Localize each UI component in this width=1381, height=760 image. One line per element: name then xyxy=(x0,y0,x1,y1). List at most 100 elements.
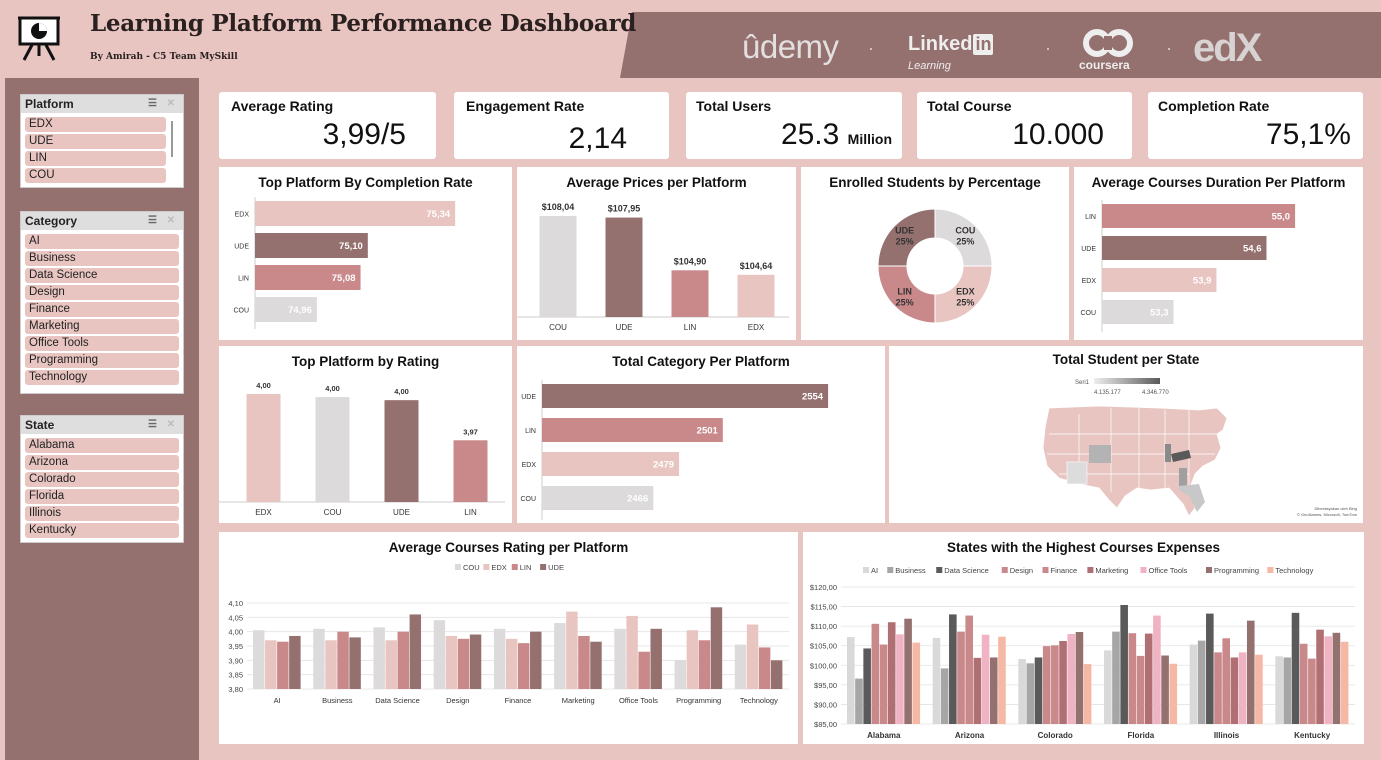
clear-filter-icon[interactable]: ✕ xyxy=(167,215,175,226)
bar xyxy=(614,628,626,689)
category-label: UDE xyxy=(1081,246,1096,253)
slicer-item-programming[interactable]: Programming xyxy=(25,353,179,368)
bar xyxy=(1067,633,1076,724)
slicer-item-illinois[interactable]: Illinois xyxy=(25,506,179,521)
bar xyxy=(255,201,456,226)
y-tick-label: $95,00 xyxy=(814,681,837,690)
category-label: LIN xyxy=(1085,214,1096,221)
map-credit: © GeoNames, Microsoft, TomTom xyxy=(1297,512,1358,517)
category-label: Office Tools xyxy=(619,696,658,705)
separator-dot xyxy=(870,48,872,50)
slicer-item-colorado[interactable]: Colorado xyxy=(25,472,179,487)
category-label: COU xyxy=(1080,310,1096,317)
legend-label: Data Science xyxy=(944,566,989,575)
legend-label: Marketing xyxy=(1095,566,1128,575)
bar xyxy=(1102,236,1267,260)
data-label: 3,97 xyxy=(463,427,478,436)
slicer-item-business[interactable]: Business xyxy=(25,251,179,266)
kpi-completion-rate: Completion Rate 75,1% xyxy=(1148,92,1363,159)
data-label: 75,10 xyxy=(339,241,363,252)
kpi-unit: Million xyxy=(847,131,892,147)
bar xyxy=(542,384,829,408)
state-illinois[interactable] xyxy=(1165,444,1171,462)
bar xyxy=(1230,657,1239,724)
bar xyxy=(879,644,888,724)
bar xyxy=(246,394,281,502)
state-alabama[interactable] xyxy=(1179,468,1187,486)
bar xyxy=(409,614,422,689)
category-label: Illinois xyxy=(1214,731,1240,740)
bar xyxy=(453,440,488,502)
bar xyxy=(626,615,638,689)
data-label: $104,90 xyxy=(674,256,707,266)
bar xyxy=(698,640,711,689)
category-label: Programming xyxy=(676,696,721,705)
y-tick-label: 4,10 xyxy=(228,599,243,608)
slicer-item-finance[interactable]: Finance xyxy=(25,302,179,317)
data-label: 2501 xyxy=(697,426,719,437)
data-label: 55,0 xyxy=(1272,212,1291,223)
bar xyxy=(433,620,446,689)
slicer-item-lin[interactable]: LIN xyxy=(25,151,166,166)
bar xyxy=(1103,650,1112,724)
bar xyxy=(469,634,482,689)
category-slicer-title: Category xyxy=(25,214,78,228)
bar xyxy=(1197,640,1206,724)
slicer-item-technology[interactable]: Technology xyxy=(25,370,179,385)
slicer-item-cou[interactable]: COU xyxy=(25,168,166,183)
y-tick-label: $110,00 xyxy=(810,622,837,631)
slicer-item-alabama[interactable]: Alabama xyxy=(25,438,179,453)
slicer-item-data-science[interactable]: Data Science xyxy=(25,268,179,283)
slicer-item-kentucky[interactable]: Kentucky xyxy=(25,523,179,538)
kpi-label: Average Rating xyxy=(231,98,334,114)
state-colorado[interactable] xyxy=(1089,445,1111,463)
map-legend-min: 4.135.177 xyxy=(1094,390,1121,396)
category-label: Florida xyxy=(1127,731,1154,740)
category-label: Kentucky xyxy=(1294,731,1331,740)
slicer-item-edx[interactable]: EDX xyxy=(25,117,166,132)
slicer-item-ai[interactable]: AI xyxy=(25,234,179,249)
slicer-item-arizona[interactable]: Arizona xyxy=(25,455,179,470)
category-label: LIN xyxy=(525,428,536,435)
clear-filter-icon[interactable]: ✕ xyxy=(167,419,175,430)
bar xyxy=(1026,663,1035,724)
slicer-item-ude[interactable]: UDE xyxy=(25,134,166,149)
dashboard-author: By Amirah - C5 Team MySkill xyxy=(90,52,238,62)
bar xyxy=(1275,656,1283,724)
state-arizona[interactable] xyxy=(1066,461,1088,485)
bar xyxy=(758,647,771,689)
slicer-item-florida[interactable]: Florida xyxy=(25,489,179,504)
slicer-item-design[interactable]: Design xyxy=(25,285,179,300)
category-bar-chart: UDE 2554 LIN 2501 EDX 2479 COU 2466 xyxy=(520,380,829,520)
slicer-item-office-tools[interactable]: Office Tools xyxy=(25,336,179,351)
platform-slicer-title: Platform xyxy=(25,97,74,111)
bar xyxy=(846,637,855,724)
y-tick-label: 3,85 xyxy=(228,671,243,680)
bar xyxy=(671,270,709,317)
data-label: 75,08 xyxy=(332,273,356,284)
category-label: COU xyxy=(549,323,567,332)
bar xyxy=(313,628,325,689)
bar xyxy=(1340,641,1349,724)
clear-filter-icon[interactable]: ✕ xyxy=(167,98,175,109)
category-label: EDX xyxy=(522,462,537,469)
y-tick-label: $85,00 xyxy=(814,720,837,729)
bar xyxy=(505,638,518,689)
bar xyxy=(1136,655,1145,724)
slicer-scrollbar[interactable] xyxy=(171,121,173,157)
coursera-icon xyxy=(1083,29,1133,57)
multi-select-icon[interactable]: ☰ xyxy=(148,215,157,226)
bar xyxy=(1255,654,1263,724)
bar xyxy=(912,642,921,724)
legend-swatch xyxy=(540,564,547,570)
bar xyxy=(253,630,265,689)
multi-select-icon[interactable]: ☰ xyxy=(148,98,157,109)
legend-swatch xyxy=(1042,567,1049,573)
multi-select-icon[interactable]: ☰ xyxy=(148,419,157,430)
bar xyxy=(289,635,301,689)
coursera-logo: coursera xyxy=(1079,58,1130,72)
bar xyxy=(493,628,506,689)
bar xyxy=(932,637,941,724)
slicer-item-marketing[interactable]: Marketing xyxy=(25,319,179,334)
legend-label: Office Tools xyxy=(1149,566,1188,575)
